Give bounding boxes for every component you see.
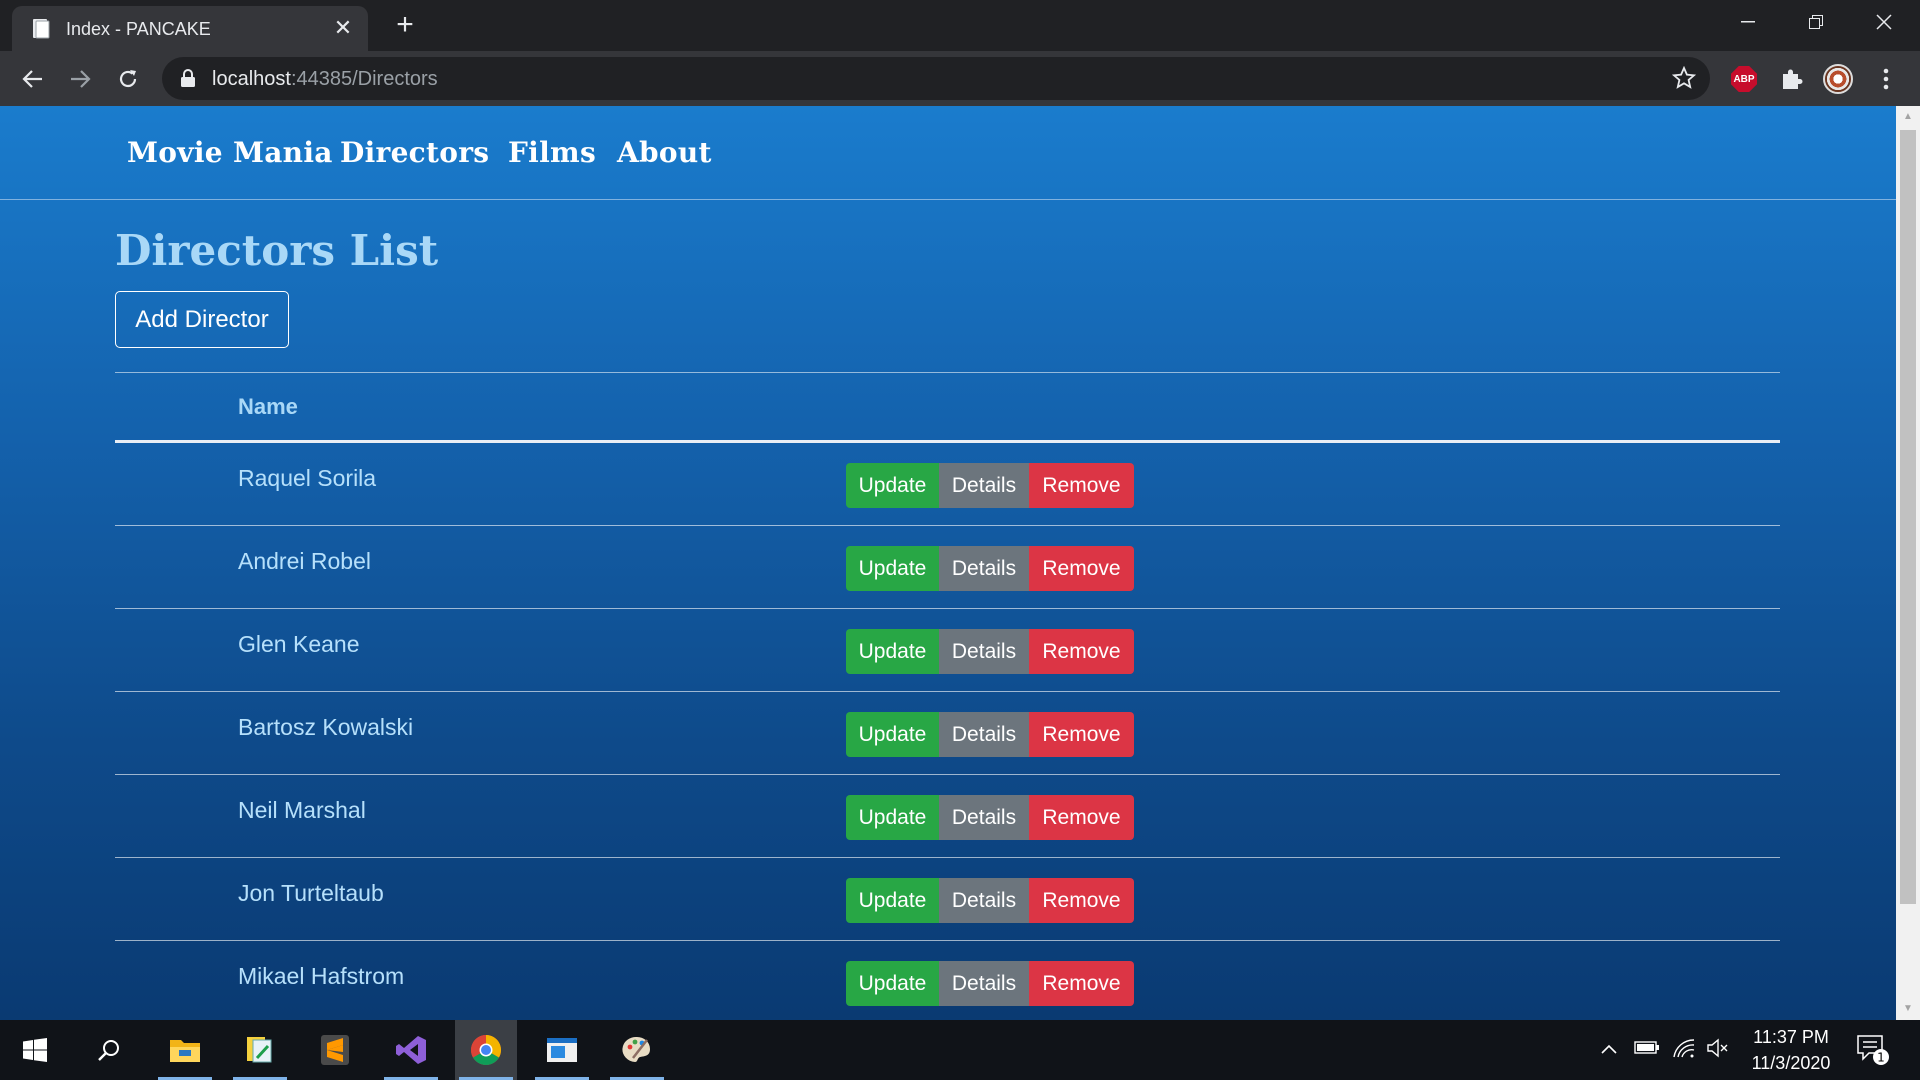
adblock-extension-icon[interactable]: ABP (1728, 63, 1760, 95)
table-header: Name (115, 372, 1780, 443)
page-favicon-icon (33, 19, 50, 39)
table-row: Andrei Robel Update Details Remove (115, 526, 1780, 609)
update-button[interactable]: Update (846, 878, 939, 923)
table-row: Glen Keane Update Details Remove (115, 609, 1780, 692)
windows-start-icon[interactable] (4, 1020, 66, 1080)
add-director-button[interactable]: Add Director (115, 291, 289, 348)
taskbar-clock[interactable]: 11:37 PM 11/3/2020 (1736, 1024, 1846, 1076)
browser-toolbar: localhost:44385/Directors ABP (0, 51, 1920, 106)
tab-title: Index - PANCAKE (66, 19, 211, 39)
url-text[interactable]: localhost:44385/Directors (212, 68, 438, 91)
row-action-buttons: Update Details Remove (846, 712, 1134, 757)
remove-button[interactable]: Remove (1029, 546, 1134, 591)
column-header-name: Name (238, 394, 298, 419)
nav-link-films[interactable]: Films (508, 136, 596, 169)
update-button[interactable]: Update (846, 712, 939, 757)
sticky-tool-icon[interactable] (229, 1020, 291, 1080)
close-window-icon[interactable] (1850, 0, 1918, 44)
scroll-up-arrow-icon[interactable]: ▲ (1896, 106, 1920, 128)
windows-taskbar: 11:37 PM 11/3/2020 1 (0, 1020, 1920, 1080)
nav-brand-movie-mania[interactable]: Movie Mania (127, 136, 333, 169)
details-button[interactable]: Details (939, 878, 1029, 923)
chrome-icon[interactable] (455, 1020, 517, 1080)
director-name[interactable]: Neil Marshal (238, 797, 366, 824)
remove-button[interactable]: Remove (1029, 878, 1134, 923)
sublime-text-icon[interactable] (304, 1020, 366, 1080)
table-row: Mikael Hafstrom Update Details Remove (115, 941, 1780, 1020)
notification-count-badge: 1 (1877, 1051, 1885, 1065)
director-name[interactable]: Raquel Sorila (238, 465, 376, 492)
row-action-buttons: Update Details Remove (846, 629, 1134, 674)
volume-muted-icon[interactable] (1706, 1038, 1730, 1064)
details-button[interactable]: Details (939, 961, 1029, 1006)
address-bar[interactable]: localhost:44385/Directors (162, 57, 1710, 100)
update-button[interactable]: Update (846, 463, 939, 508)
battery-icon[interactable] (1634, 1038, 1660, 1061)
clock-date: 11/3/2020 (1751, 1053, 1831, 1073)
restore-icon[interactable] (1782, 0, 1850, 44)
bookmark-star-icon[interactable] (1672, 66, 1696, 90)
remove-button[interactable]: Remove (1029, 795, 1134, 840)
adblock-label: ABP (1731, 66, 1757, 92)
row-action-buttons: Update Details Remove (846, 795, 1134, 840)
details-button[interactable]: Details (939, 712, 1029, 757)
remove-button[interactable]: Remove (1029, 463, 1134, 508)
extensions-puzzle-icon[interactable] (1775, 63, 1807, 95)
back-arrow-icon[interactable] (16, 62, 50, 96)
update-button[interactable]: Update (846, 629, 939, 674)
wifi-icon[interactable] (1672, 1038, 1696, 1064)
row-action-buttons: Update Details Remove (846, 961, 1134, 1006)
notification-center-icon[interactable]: 1 (1856, 1034, 1890, 1072)
chevron-up-icon[interactable] (1600, 1038, 1618, 1061)
browser-tabstrip: Index - PANCAKE ✕ + (0, 0, 1920, 51)
director-name[interactable]: Mikael Hafstrom (238, 963, 404, 990)
page-title: Directors List (115, 226, 439, 275)
remove-button[interactable]: Remove (1029, 712, 1134, 757)
details-button[interactable]: Details (939, 546, 1029, 591)
update-button[interactable]: Update (846, 795, 939, 840)
visual-studio-icon[interactable] (380, 1020, 442, 1080)
browser-tab[interactable]: Index - PANCAKE ✕ (12, 6, 368, 51)
details-button[interactable]: Details (939, 463, 1029, 508)
director-name[interactable]: Jon Turteltaub (238, 880, 384, 907)
nav-link-about[interactable]: About (617, 136, 712, 169)
minimize-icon[interactable] (1714, 0, 1782, 44)
reload-icon[interactable] (111, 62, 145, 96)
page-scrollbar[interactable]: ▲ ▼ (1896, 106, 1920, 1020)
close-tab-icon[interactable]: ✕ (330, 15, 356, 41)
site-navbar: Movie Mania Directors Films About (0, 106, 1896, 200)
remove-button[interactable]: Remove (1029, 629, 1134, 674)
table-row: Jon Turteltaub Update Details Remove (115, 858, 1780, 941)
clock-time: 11:37 PM (1753, 1027, 1829, 1047)
directors-table: Name Raquel Sorila Update Details Remove And… (115, 372, 1780, 1020)
window-app-icon[interactable] (531, 1020, 593, 1080)
table-row: Neil Marshal Update Details Remove (115, 775, 1780, 858)
details-button[interactable]: Details (939, 795, 1029, 840)
profile-avatar[interactable] (1822, 63, 1854, 95)
update-button[interactable]: Update (846, 546, 939, 591)
forward-arrow-icon[interactable] (63, 62, 97, 96)
nav-link-directors[interactable]: Directors (340, 136, 489, 169)
row-action-buttons: Update Details Remove (846, 546, 1134, 591)
table-row: Raquel Sorila Update Details Remove (115, 443, 1780, 526)
search-icon[interactable] (78, 1020, 140, 1080)
remove-button[interactable]: Remove (1029, 961, 1134, 1006)
page-viewport: Movie Mania Directors Films About Direct… (0, 106, 1896, 1020)
row-action-buttons: Update Details Remove (846, 463, 1134, 508)
paint-palette-icon[interactable] (606, 1020, 668, 1080)
row-action-buttons: Update Details Remove (846, 878, 1134, 923)
update-button[interactable]: Update (846, 961, 939, 1006)
scrollbar-thumb[interactable] (1900, 130, 1916, 904)
director-name[interactable]: Glen Keane (238, 631, 359, 658)
new-tab-icon[interactable]: + (390, 10, 420, 40)
details-button[interactable]: Details (939, 629, 1029, 674)
director-name[interactable]: Andrei Robel (238, 548, 371, 575)
director-name[interactable]: Bartosz Kowalski (238, 714, 413, 741)
table-row: Bartosz Kowalski Update Details Remove (115, 692, 1780, 775)
browser-menu-icon[interactable] (1870, 63, 1902, 95)
lock-icon[interactable] (180, 69, 196, 87)
file-explorer-icon[interactable] (154, 1020, 216, 1080)
scroll-down-arrow-icon[interactable]: ▼ (1896, 998, 1920, 1020)
